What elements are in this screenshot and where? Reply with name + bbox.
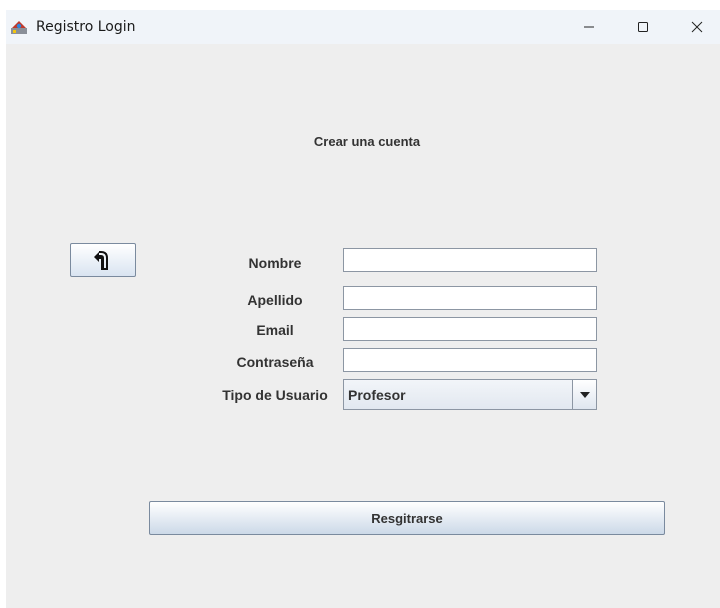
- back-button[interactable]: [70, 243, 136, 277]
- dropdown-button[interactable]: [572, 380, 596, 409]
- tipo-usuario-select[interactable]: Profesor: [343, 379, 597, 410]
- minimize-button[interactable]: [566, 10, 612, 44]
- tipo-usuario-label: Tipo de Usuario: [222, 387, 328, 403]
- nombre-input[interactable]: [343, 248, 597, 272]
- email-input[interactable]: [343, 317, 597, 341]
- apellido-label: Apellido: [247, 292, 303, 308]
- tipo-usuario-selected: Profesor: [348, 387, 406, 403]
- app-window: Registro Login Crear una cuenta Nombre A…: [6, 10, 720, 608]
- back-arrow-icon: [94, 251, 108, 270]
- register-button[interactable]: Resgitrarse: [149, 501, 665, 535]
- email-label: Email: [256, 322, 294, 338]
- contrasena-label: Contraseña: [236, 354, 314, 370]
- page-title: Crear una cuenta: [313, 134, 421, 149]
- java-app-icon: [10, 19, 28, 35]
- contrasena-input[interactable]: [343, 348, 597, 372]
- maximize-button[interactable]: [620, 10, 666, 44]
- window-title: Registro Login: [36, 19, 136, 35]
- nombre-label: Nombre: [248, 255, 302, 271]
- close-icon: [691, 21, 703, 33]
- close-button[interactable]: [674, 10, 720, 44]
- chevron-down-icon: [579, 391, 590, 398]
- apellido-input[interactable]: [343, 286, 597, 310]
- minimize-icon: [584, 26, 594, 28]
- maximize-icon: [638, 22, 648, 32]
- title-bar: Registro Login: [6, 10, 720, 44]
